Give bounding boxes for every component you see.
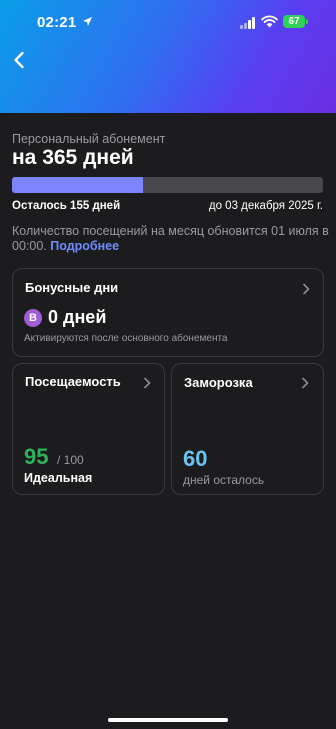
cellular-signal-icon: [240, 17, 258, 29]
freeze-days-value: 60: [183, 446, 208, 471]
freeze-title: Заморозка: [184, 375, 253, 390]
wifi-icon: [261, 15, 278, 28]
bonus-badge-icon: B: [24, 309, 42, 327]
days-remaining: Осталось 155 дней: [12, 200, 121, 212]
attendance-title: Посещаемость: [25, 374, 121, 389]
chevron-right-icon: [303, 283, 310, 295]
battery-cap: [306, 19, 308, 24]
bonus-days-note: Активируются после основного абонемента: [24, 333, 228, 344]
progress-fill: [12, 177, 143, 193]
subscription-title: на 365 дней: [12, 146, 134, 169]
battery-icon: 67: [283, 15, 305, 28]
attendance-status: Идеальная: [24, 471, 93, 485]
header-gradient: 02:21 67: [0, 0, 336, 113]
expiry-date: до 03 декабря 2025 г.: [208, 200, 323, 212]
attendance-score: 95: [24, 444, 49, 469]
freeze-days-label: дней осталось: [183, 473, 265, 487]
home-indicator[interactable]: [108, 718, 228, 722]
back-chevron-icon[interactable]: [10, 50, 30, 70]
chevron-right-icon: [144, 377, 151, 389]
visits-notice: Количество посещений на месяц обновится …: [12, 224, 330, 254]
status-time: 02:21: [37, 14, 77, 31]
bonus-days-title: Бонусные дни: [25, 280, 119, 295]
more-link[interactable]: Подробнее: [50, 239, 119, 253]
location-arrow-icon: [82, 16, 93, 27]
chevron-right-icon: [302, 377, 309, 389]
subscription-type-label: Персональный абонемент: [12, 132, 166, 146]
subscription-progress-bar: [12, 177, 323, 193]
bonus-days-value: 0 дней: [48, 307, 107, 327]
attendance-max: / 100: [57, 453, 84, 467]
